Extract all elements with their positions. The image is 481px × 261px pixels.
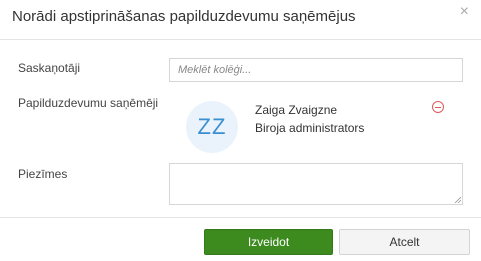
notes-textarea[interactable] — [169, 163, 463, 205]
recipient-role: Biroja administrators — [255, 121, 365, 135]
dialog-title: Norādi apstiprināšanas papilduzdevumu sa… — [12, 8, 356, 25]
colleague-search-input[interactable] — [169, 58, 463, 82]
avatar: ZZ — [186, 101, 238, 153]
resize-grip-icon[interactable] — [455, 197, 461, 203]
recipients-dialog: Norādi apstiprināšanas papilduzdevumu sa… — [0, 0, 481, 261]
recipients-label: Papilduzdevumu saņēmēji — [18, 96, 159, 110]
create-button[interactable]: Izveidot — [204, 229, 333, 255]
dialog-header: Norādi apstiprināšanas papilduzdevumu sa… — [0, 0, 481, 40]
coordinators-label: Saskaņotāji — [18, 61, 81, 75]
notes-label: Piezīmes — [18, 167, 68, 181]
remove-recipient-icon[interactable] — [432, 101, 444, 113]
recipient-name: Zaiga Zvaigzne — [255, 103, 338, 117]
close-icon[interactable]: × — [460, 4, 469, 20]
cancel-button[interactable]: Atcelt — [339, 229, 470, 255]
